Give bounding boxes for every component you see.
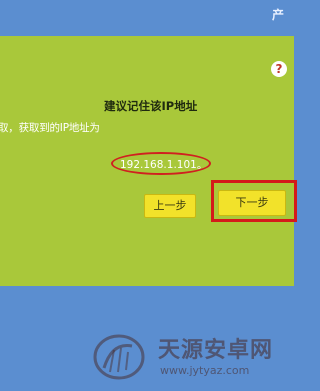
watermark: 天源安卓网 www.jytyaz.com — [92, 328, 292, 388]
watermark-url: www.jytyaz.com — [160, 364, 250, 377]
ip-description: 取，获取到的IP地址为 — [0, 122, 100, 134]
next-button[interactable]: 下一步 — [218, 190, 286, 216]
watermark-logo-icon — [93, 334, 145, 380]
app-title: 产 — [271, 8, 284, 22]
prev-button[interactable]: 上一步 — [144, 194, 196, 218]
ip-address-value: 192.168.1.101。 — [120, 159, 208, 171]
top-bar: 产 — [0, 0, 294, 36]
help-icon[interactable]: ? — [271, 61, 287, 77]
watermark-title: 天源安卓网 — [158, 338, 274, 363]
dialog-heading: 建议记住该IP地址 — [104, 99, 198, 113]
